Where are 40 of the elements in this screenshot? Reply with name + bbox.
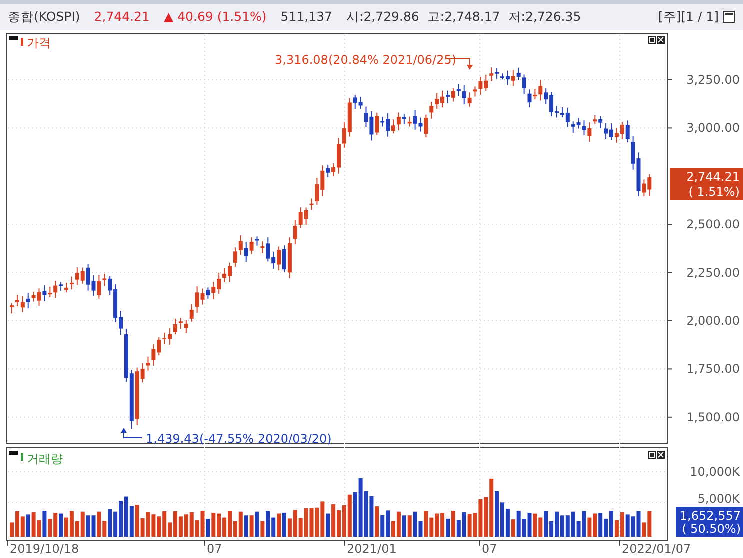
index-name: 종합(KOSPI): [8, 8, 80, 26]
low-annotation: 1,439.43(-47.55% 2020/03/20): [146, 432, 332, 446]
high-price: 고:2,748.17: [427, 8, 500, 26]
date-axis-label: 07: [482, 542, 498, 556]
price-axis-label: 3,000.00: [686, 121, 740, 136]
price-axis-label: 1,750.00: [686, 362, 740, 376]
open-price: 시:2,729.86: [346, 8, 420, 26]
last-volume: 1,652,557: [680, 509, 741, 523]
volume-axis-label: 10,000K: [690, 465, 740, 479]
period-selector[interactable]: [주][1 / 1]: [658, 8, 719, 26]
date-axis-label: 07: [207, 542, 222, 556]
close-icon[interactable]: [657, 36, 665, 44]
price-axis-label: 2,250.00: [686, 266, 740, 280]
maximize-icon[interactable]: [648, 451, 656, 459]
close-icon[interactable]: [657, 451, 665, 459]
maximize-icon[interactable]: [648, 36, 656, 44]
panel-marker-icon: [9, 36, 24, 46]
last-change: ( 1.51%): [688, 185, 740, 199]
current-price: 2,744.21: [94, 8, 150, 26]
trade-volume: 511,137: [280, 8, 332, 26]
change-arrow: ▲: [164, 8, 174, 26]
volume-axis-label: 5,000K: [698, 492, 740, 506]
leader-line: [121, 428, 142, 438]
panel-marker-icon: [9, 451, 24, 461]
date-axis-label: 2022/01/07: [622, 542, 692, 556]
price-panel-title: 가격: [27, 36, 51, 50]
price-change: 40.69 (1.51%): [178, 8, 267, 26]
last-volume-ratio: ( 50.50%): [682, 522, 741, 536]
volume-panel-title: 거래량: [27, 452, 63, 466]
high-annotation: 3,316.08(20.84% 2021/06/25): [275, 53, 457, 67]
window-icon[interactable]: [723, 11, 735, 23]
price-axis-label: 2,000.00: [686, 314, 740, 328]
price-axis-label: 3,250.00: [686, 73, 740, 87]
date-axis-label: 2019/10/18: [10, 542, 80, 556]
last-price: 2,744.21: [686, 170, 740, 184]
last-volume-tag: [676, 507, 743, 537]
date-axis-label: 2021/01: [347, 542, 397, 556]
price-axis-label: 1,500.00: [686, 410, 740, 424]
low-price: 저:2,726.35: [508, 8, 582, 26]
price-axis-label: 2,500.00: [686, 218, 740, 232]
